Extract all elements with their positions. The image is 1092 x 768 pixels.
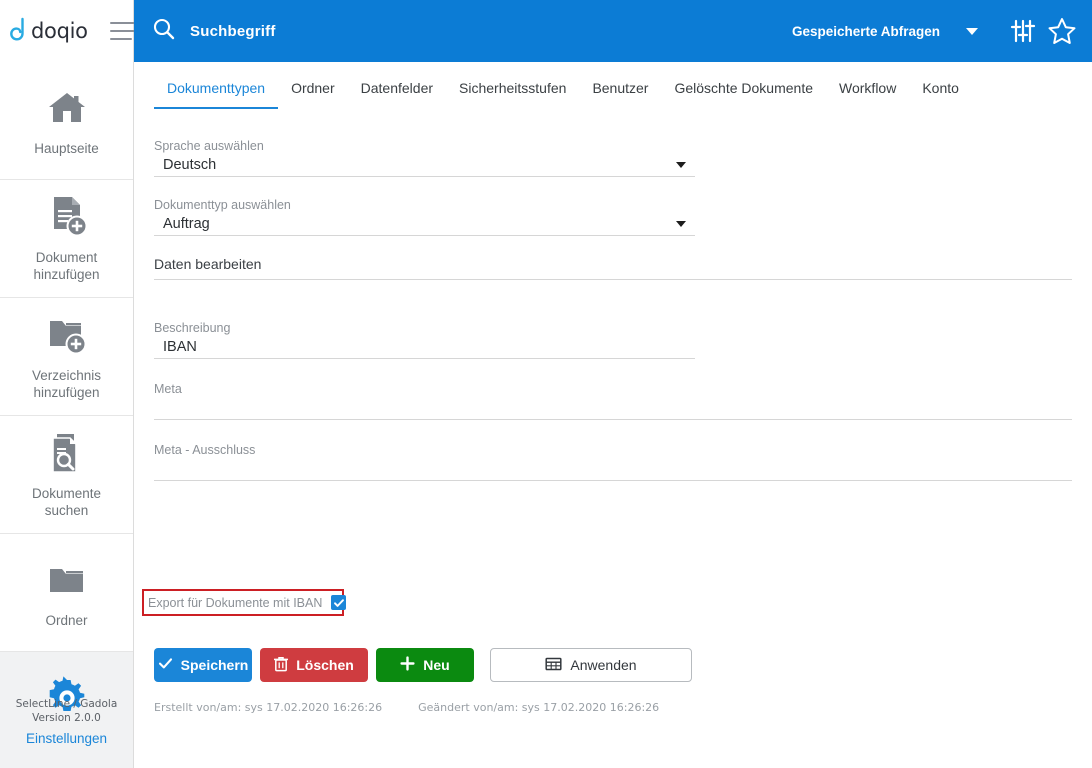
app-root: doqio Hauptseite Dokument hinzufügen Ver… bbox=[0, 0, 1092, 768]
folder-add-icon bbox=[45, 312, 89, 358]
action-buttons: Speichern Löschen Neu Anwenden bbox=[154, 648, 692, 682]
sidebar-item-verzeichnis-hinzufuegen[interactable]: Verzeichnis hinzufügen bbox=[0, 298, 133, 416]
new-button[interactable]: Neu bbox=[376, 648, 474, 682]
tab-benutzer[interactable]: Benutzer bbox=[579, 74, 661, 107]
chevron-down-icon[interactable] bbox=[676, 162, 686, 168]
sidebar-item-ordner[interactable]: Ordner bbox=[0, 534, 133, 652]
sidebar: doqio Hauptseite Dokument hinzufügen Ver… bbox=[0, 0, 140, 768]
brand-name: doqio bbox=[31, 19, 88, 43]
document-type-form: Sprache auswählen Deutsch Dokumenttyp au… bbox=[134, 118, 1092, 714]
sidebar-item-label: Dokument hinzufügen bbox=[33, 250, 100, 282]
sliders-filter-icon[interactable] bbox=[1008, 16, 1038, 46]
language-select-label: Sprache auswählen bbox=[154, 139, 264, 153]
export-checkbox[interactable]: Export für Dokumente mit IBAN bbox=[148, 595, 347, 610]
trash-icon bbox=[274, 656, 289, 675]
sidebar-item-hauptseite[interactable]: Hauptseite bbox=[0, 62, 133, 180]
delete-button[interactable]: Löschen bbox=[260, 648, 368, 682]
record-created: Erstellt von/am: sys 17.02.2020 16:26:26 bbox=[154, 701, 383, 714]
field-underline bbox=[154, 480, 1072, 481]
new-button-label: Neu bbox=[423, 657, 450, 673]
section-divider bbox=[154, 279, 1072, 280]
check-icon bbox=[158, 656, 173, 674]
search-icon bbox=[152, 17, 176, 46]
home-icon bbox=[46, 85, 88, 131]
document-add-icon bbox=[46, 194, 88, 240]
save-button[interactable]: Speichern bbox=[154, 648, 252, 682]
brand-logo[interactable]: doqio bbox=[9, 17, 88, 46]
chevron-down-icon[interactable] bbox=[966, 27, 978, 35]
tab-bar: Dokumenttypen Ordner Datenfelder Sicherh… bbox=[134, 74, 1092, 118]
sidebar-item-label: Verzeichnis hinzufügen bbox=[31, 368, 102, 400]
save-button-label: Speichern bbox=[180, 657, 249, 673]
tab-workflow[interactable]: Workflow bbox=[826, 74, 909, 107]
document-search-icon bbox=[46, 430, 88, 476]
delete-button-label: Löschen bbox=[296, 657, 354, 673]
doctype-select[interactable]: Dokumenttyp auswählen Auftrag bbox=[154, 197, 695, 236]
top-bar-actions: Gespeicherte Abfragen bbox=[792, 15, 1092, 47]
sidebar-item-label: Ordner bbox=[45, 612, 88, 628]
field-underline bbox=[154, 235, 695, 236]
language-select[interactable]: Sprache auswählen Deutsch bbox=[154, 138, 695, 177]
record-info: Erstellt von/am: sys 17.02.2020 16:26:26… bbox=[154, 701, 659, 714]
top-bar: Suchbegriff Gespeicherte Abfragen bbox=[134, 0, 1092, 62]
main-content: Dokumenttypen Ordner Datenfelder Sicherh… bbox=[134, 62, 1092, 768]
doctype-select-value: Auftrag bbox=[163, 216, 210, 232]
saved-queries-button[interactable]: Gespeicherte Abfragen bbox=[792, 24, 940, 39]
brand-bar: doqio bbox=[0, 0, 140, 62]
sidebar-item-label: Einstellungen bbox=[25, 731, 108, 746]
meta-exclusion-label: Meta - Ausschluss bbox=[154, 443, 256, 457]
doqio-paperclip-logo-icon bbox=[9, 17, 27, 46]
plus-icon bbox=[400, 656, 415, 674]
chevron-down-icon[interactable] bbox=[676, 221, 686, 227]
description-field[interactable]: Beschreibung IBAN bbox=[154, 320, 695, 359]
record-modified: Geändert von/am: sys 17.02.2020 16:26:26 bbox=[418, 701, 660, 714]
section-title: Daten bearbeiten bbox=[154, 256, 262, 272]
description-value: IBAN bbox=[163, 339, 197, 355]
tab-ordner[interactable]: Ordner bbox=[278, 74, 348, 107]
meta-value bbox=[154, 397, 1072, 419]
star-icon[interactable] bbox=[1046, 15, 1078, 47]
tab-konto[interactable]: Konto bbox=[909, 74, 972, 107]
field-underline bbox=[154, 176, 695, 177]
meta-field[interactable]: Meta bbox=[154, 381, 1072, 420]
sidebar-footer: SelectLine / Gadola Version 2.0.0 bbox=[0, 697, 133, 725]
meta-exclusion-value bbox=[154, 458, 1072, 480]
table-icon bbox=[545, 656, 562, 675]
tab-dokumenttypen[interactable]: Dokumenttypen bbox=[154, 74, 279, 109]
meta-exclusion-field[interactable]: Meta - Ausschluss bbox=[154, 442, 1072, 481]
search-input[interactable]: Suchbegriff bbox=[134, 17, 792, 46]
footer-version: Version 2.0.0 bbox=[32, 712, 101, 724]
export-checkbox-label: Export für Dokumente mit IBAN bbox=[148, 595, 323, 610]
checkmark-icon[interactable] bbox=[331, 595, 347, 610]
description-label: Beschreibung bbox=[154, 321, 231, 335]
apply-button[interactable]: Anwenden bbox=[490, 648, 692, 682]
field-underline bbox=[154, 419, 1072, 420]
sidebar-item-dokument-hinzufuegen[interactable]: Dokument hinzufügen bbox=[0, 180, 133, 298]
folder-icon bbox=[45, 557, 89, 603]
footer-product: SelectLine / Gadola bbox=[15, 698, 118, 710]
doctype-select-label: Dokumenttyp auswählen bbox=[154, 198, 291, 212]
tab-datenfelder[interactable]: Datenfelder bbox=[348, 74, 446, 107]
search-placeholder-text: Suchbegriff bbox=[190, 22, 276, 40]
meta-label: Meta bbox=[154, 382, 182, 396]
sidebar-item-dokumente-suchen[interactable]: Dokumente suchen bbox=[0, 416, 133, 534]
tab-sicherheitsstufen[interactable]: Sicherheitsstufen bbox=[446, 74, 579, 107]
sidebar-item-label: Dokumente suchen bbox=[31, 486, 102, 518]
sidebar-item-label: Hauptseite bbox=[34, 140, 99, 156]
section-daten-bearbeiten: Daten bearbeiten bbox=[154, 256, 1072, 280]
apply-button-label: Anwenden bbox=[570, 657, 637, 673]
tab-geloeschte-dokumente[interactable]: Gelöschte Dokumente bbox=[661, 74, 826, 107]
language-select-value: Deutsch bbox=[163, 157, 217, 173]
field-underline bbox=[154, 358, 695, 359]
